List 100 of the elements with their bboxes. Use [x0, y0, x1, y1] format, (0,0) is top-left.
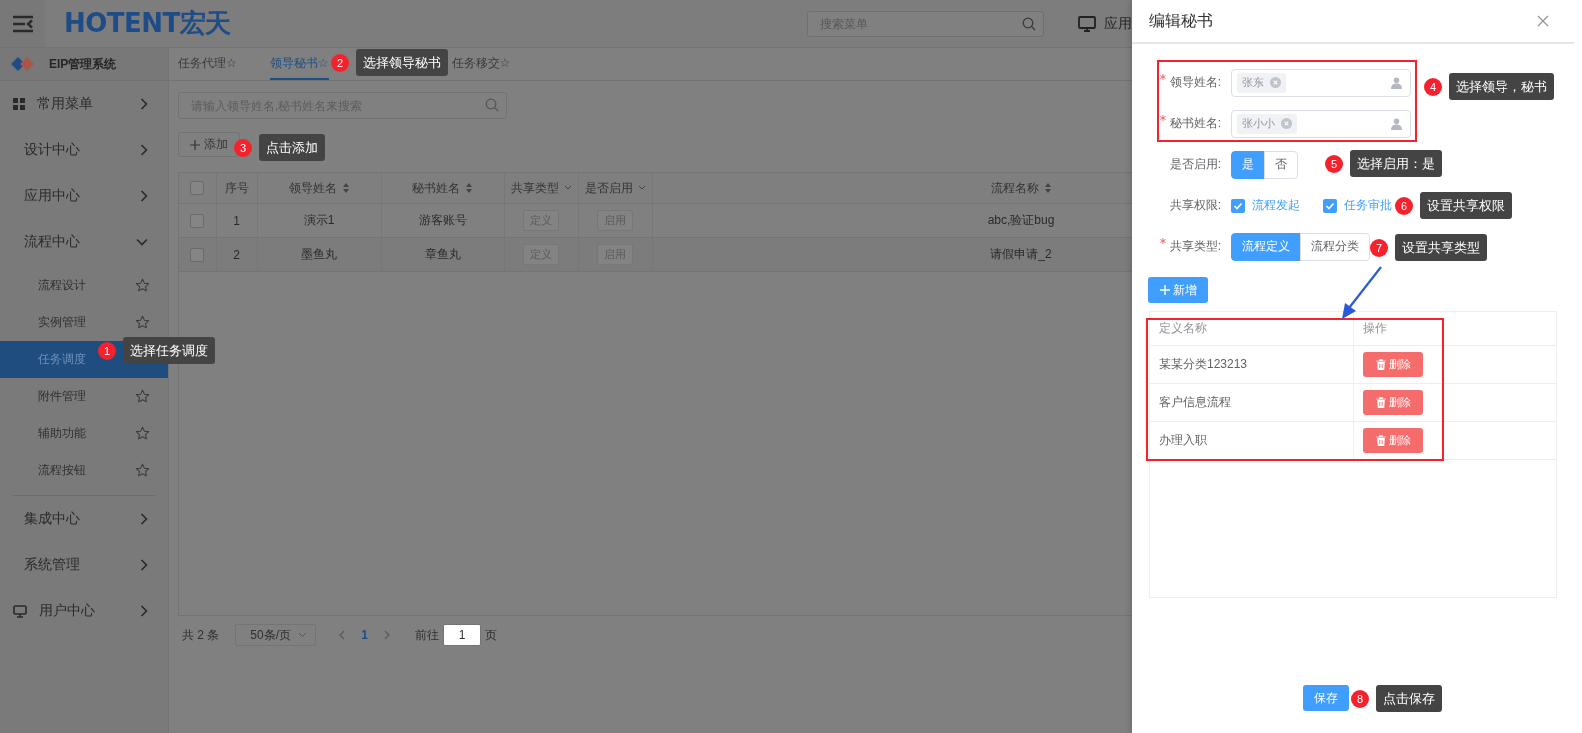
- submenu-label: 附件管理: [38, 388, 87, 405]
- user-picker-field[interactable]: 张东: [1231, 68, 1411, 97]
- star-icon[interactable]: [135, 426, 150, 441]
- monitor-icon[interactable]: [1078, 15, 1096, 32]
- add-button[interactable]: 新增: [1148, 277, 1208, 303]
- option-button[interactable]: 流程定义: [1231, 232, 1301, 261]
- menu-item[interactable]: 常用菜单: [0, 81, 168, 127]
- delete-button[interactable]: 删除: [1363, 428, 1423, 453]
- close-icon[interactable]: [1537, 15, 1549, 27]
- search-icon[interactable]: [485, 98, 499, 112]
- column-header[interactable]: 序号: [224, 179, 249, 197]
- column-header[interactable]: 领导姓名: [288, 179, 337, 197]
- search-icon[interactable]: [1022, 16, 1036, 31]
- menu-item[interactable]: 设计中心: [0, 127, 168, 173]
- logo-icon: [11, 57, 35, 71]
- menu-label: 系统管理: [24, 556, 81, 574]
- star-icon[interactable]: [135, 389, 150, 404]
- grid-icon: [13, 98, 25, 110]
- save-button[interactable]: 保存: [1303, 685, 1349, 711]
- checkbox[interactable]: [1231, 198, 1245, 213]
- menu-item[interactable]: 集成中心: [0, 496, 168, 542]
- chevron-down-icon: [136, 238, 148, 246]
- checkbox[interactable]: [190, 181, 205, 196]
- sort-icon[interactable]: [465, 182, 473, 194]
- required-icon: [1159, 115, 1166, 121]
- table-cell: 章鱼丸: [424, 247, 461, 261]
- checkbox[interactable]: [1323, 198, 1337, 213]
- page-size-select[interactable]: 50条/页: [235, 624, 317, 646]
- option-button[interactable]: 是: [1231, 150, 1265, 179]
- column-header[interactable]: 流程名称: [990, 179, 1039, 197]
- menu-item[interactable]: 系统管理: [0, 542, 168, 588]
- submenu-item[interactable]: 附件管理: [0, 378, 168, 415]
- filter-caret-icon[interactable]: [637, 185, 646, 191]
- menu-item[interactable]: 应用中心: [0, 173, 168, 219]
- tab[interactable]: 领导秘书☆: [269, 48, 329, 80]
- star-icon[interactable]: [135, 278, 150, 293]
- submenu-item[interactable]: 流程按钮: [0, 452, 168, 489]
- column-header[interactable]: 秘书姓名: [412, 179, 460, 197]
- sort-icon[interactable]: [1043, 182, 1052, 194]
- menu-label: 用户中心: [39, 602, 96, 620]
- column-header[interactable]: 共享类型: [510, 179, 559, 197]
- table-cell: abc,验证bug: [987, 213, 1055, 227]
- table-cell: 墨鱼丸: [301, 247, 337, 261]
- required-icon: [1159, 238, 1166, 244]
- drawer-title: 编辑秘书: [1149, 10, 1213, 31]
- submenu-item[interactable]: 流程设计: [0, 267, 168, 304]
- checkbox[interactable]: [190, 213, 205, 228]
- submenu-label: 实例管理: [38, 314, 87, 331]
- field-label: 领导姓名:: [1169, 75, 1221, 89]
- star-icon[interactable]: [135, 315, 150, 330]
- delete-button[interactable]: 删除: [1363, 352, 1423, 377]
- plus-icon: [1159, 285, 1170, 295]
- submenu-label: 流程设计: [38, 277, 87, 294]
- prev-page-icon[interactable]: [338, 630, 346, 640]
- trash-icon: [1375, 435, 1386, 446]
- tab[interactable]: 任务代理☆: [178, 48, 237, 80]
- user-icon[interactable]: [1391, 76, 1402, 89]
- option-button[interactable]: 流程分类: [1300, 232, 1370, 261]
- table-cell: 1: [233, 213, 240, 228]
- menu-icon[interactable]: [11, 14, 34, 33]
- app-link[interactable]: 应用: [1104, 14, 1132, 33]
- table-cell: 客户信息流程: [1159, 394, 1231, 411]
- filter-caret-icon[interactable]: [563, 185, 572, 191]
- logo-text: HOTENT宏天: [64, 7, 231, 40]
- checkbox[interactable]: [190, 247, 205, 262]
- tab[interactable]: 任务移交☆: [451, 48, 511, 80]
- menu-label: 应用中心: [24, 187, 81, 205]
- page-number[interactable]: 1: [361, 628, 369, 642]
- menu-item[interactable]: 流程中心: [0, 219, 168, 265]
- delete-button[interactable]: 删除: [1363, 390, 1423, 415]
- checkbox-label[interactable]: 流程发起: [1252, 197, 1300, 214]
- annotation-tooltip: 选择任务调度: [123, 337, 215, 364]
- menu-label: 流程中心: [24, 233, 81, 251]
- next-page-icon[interactable]: [384, 630, 392, 640]
- trash-icon: [1375, 359, 1386, 370]
- submenu-item[interactable]: 辅助功能: [0, 415, 168, 452]
- chevron-right-icon: [140, 144, 148, 156]
- remove-icon[interactable]: [1270, 77, 1281, 88]
- monitor-icon: [13, 604, 27, 618]
- column-header: 定义名称: [1159, 320, 1207, 337]
- checkbox-label[interactable]: 任务审批: [1344, 197, 1392, 214]
- table-cell: 演示1: [303, 213, 335, 227]
- annotation-tooltip: 设置共享类型: [1395, 234, 1487, 261]
- star-icon[interactable]: [135, 463, 150, 478]
- user-icon[interactable]: [1391, 117, 1402, 130]
- menu-label: 常用菜单: [37, 95, 94, 113]
- user-name: 张东: [1242, 75, 1264, 90]
- submenu-label: 辅助功能: [38, 425, 87, 442]
- page-unit: 页: [485, 626, 498, 644]
- user-picker-field[interactable]: 张小小: [1231, 109, 1411, 138]
- option-button[interactable]: 否: [1264, 150, 1298, 179]
- page-input[interactable]: 1: [443, 624, 482, 646]
- sort-icon[interactable]: [341, 182, 350, 194]
- trash-icon: [1375, 397, 1386, 408]
- add-button[interactable]: 添加: [178, 132, 240, 157]
- plus-icon: [190, 139, 200, 150]
- remove-icon[interactable]: [1281, 118, 1292, 129]
- user-name: 张小小: [1242, 116, 1275, 131]
- menu-item[interactable]: 用户中心: [0, 588, 168, 634]
- column-header[interactable]: 是否启用: [584, 179, 633, 197]
